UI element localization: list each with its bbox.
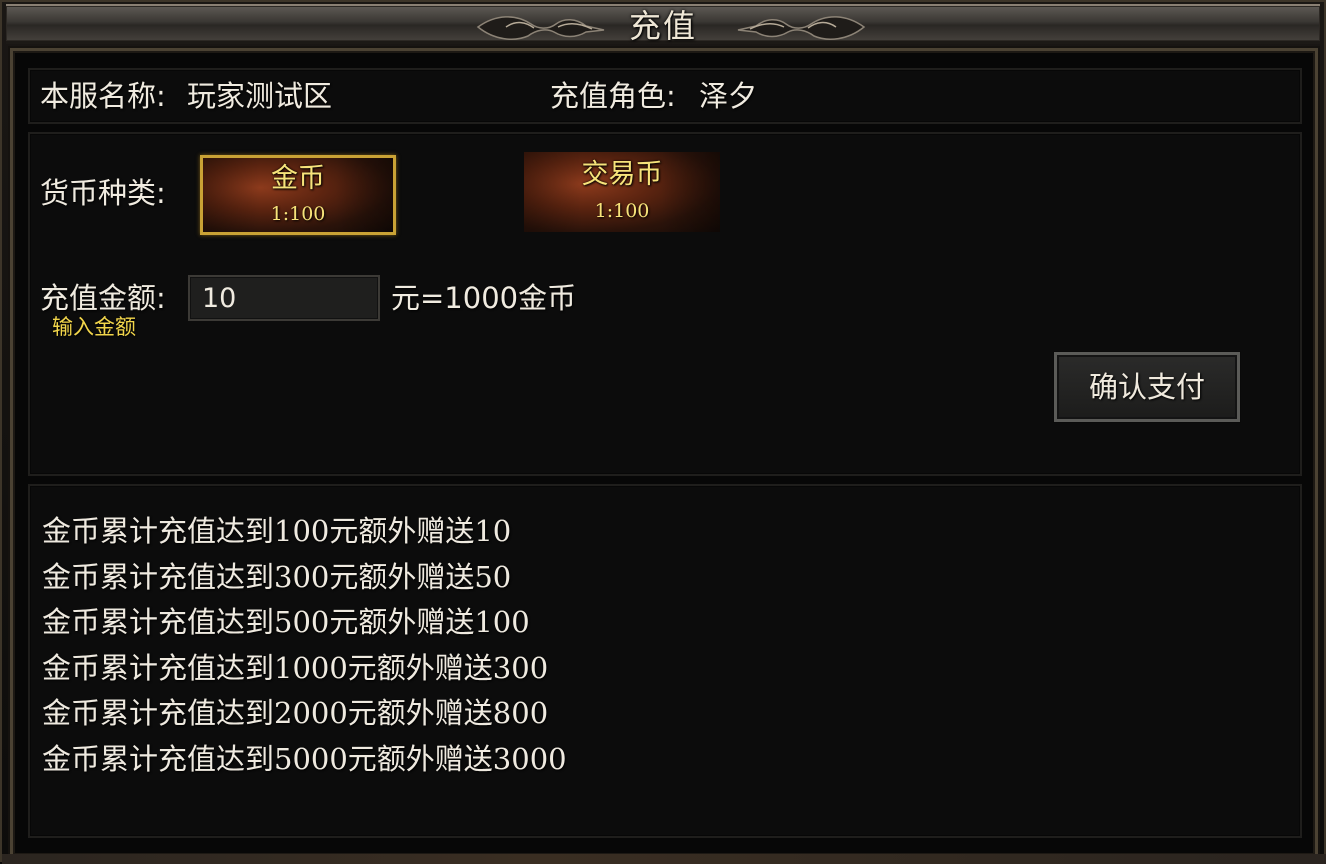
bonus-line: 金币累计充值达到500元额外赠送100	[42, 605, 530, 640]
server-name-value: 玩家测试区	[187, 79, 333, 113]
currency-option-name: 金币	[271, 163, 325, 194]
role-label: 充值角色:	[550, 79, 676, 113]
currency-option-name: 交易币	[581, 159, 663, 190]
server-name-label: 本服名称:	[40, 79, 166, 113]
currency-option-rate: 1:100	[270, 203, 326, 225]
currency-type-label: 货币种类:	[40, 176, 166, 210]
role-name-value: 泽夕	[699, 79, 758, 113]
bonus-list: 金币累计充值达到100元额外赠送10 金币累计充值达到300元额外赠送50 金币…	[42, 509, 567, 783]
window-title: 充值	[628, 7, 697, 45]
currency-option-trade-coin[interactable]: 交易币 1:100	[524, 152, 720, 232]
title-bar: 充值	[6, 4, 1320, 45]
bonus-line: 金币累计充值达到1000元额外赠送300	[42, 650, 549, 685]
amount-hint: 输入金额	[52, 315, 136, 339]
currency-option-gold[interactable]: 金币 1:100	[200, 155, 396, 235]
bottom-border-strip	[2, 854, 1326, 864]
amount-conversion-text: 元=1000金币	[391, 281, 577, 315]
amount-label: 充值金额:	[40, 281, 166, 315]
recharge-window: 充值 本服名称: 玩家测试区 充值角色: 泽夕 货币种类: 金币 1:100 交…	[0, 0, 1326, 864]
bonus-line: 金币累计充值达到100元额外赠送10	[42, 514, 512, 548]
bonus-line: 金币累计充值达到5000元额外赠送3000	[42, 741, 567, 776]
bonus-line: 金币累计充值达到300元额外赠送50	[42, 559, 512, 594]
bonus-line: 金币累计充值达到2000元额外赠送800	[42, 696, 549, 731]
amount-input[interactable]	[188, 275, 380, 321]
confirm-payment-button[interactable]: 确认支付	[1054, 352, 1240, 422]
currency-option-rate: 1:100	[594, 200, 650, 222]
